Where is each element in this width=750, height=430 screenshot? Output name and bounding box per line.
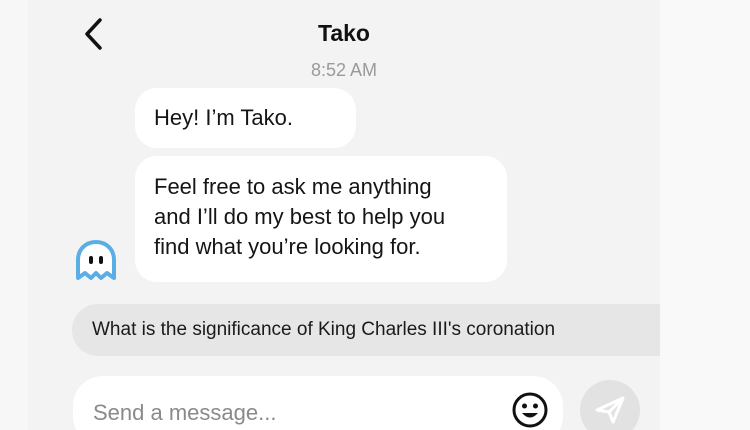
smiley-icon[interactable] xyxy=(510,390,550,430)
ghost-avatar-icon xyxy=(76,240,116,280)
chat-screen: Tako 8:52 AM Hey! I’m Tako. Feel free to… xyxy=(28,0,660,430)
suggested-question-text: What is the significance of King Charles… xyxy=(92,319,556,340)
message-input[interactable]: Send a message... xyxy=(73,376,563,430)
send-button[interactable] xyxy=(580,380,640,430)
message-text-line: and I’ll do my best to help you xyxy=(154,204,446,229)
message-text: Hey! I’m Tako. xyxy=(154,105,293,130)
chat-title: Tako xyxy=(318,20,370,46)
message-text-line: Feel free to ask me anything xyxy=(154,174,432,199)
message-input-placeholder: Send a message... xyxy=(93,400,277,425)
send-arrow-icon xyxy=(595,396,625,424)
background-margin xyxy=(660,0,750,430)
message-text-line: find what you’re looking for. xyxy=(154,234,421,259)
message-bubble-greeting: Hey! I’m Tako. xyxy=(135,88,356,148)
suggested-question-chip[interactable]: What is the significance of King Charles… xyxy=(72,304,660,356)
message-bubble-intro: Feel free to ask me anything and I’ll do… xyxy=(135,156,507,282)
message-timestamp: 8:52 AM xyxy=(310,60,378,80)
